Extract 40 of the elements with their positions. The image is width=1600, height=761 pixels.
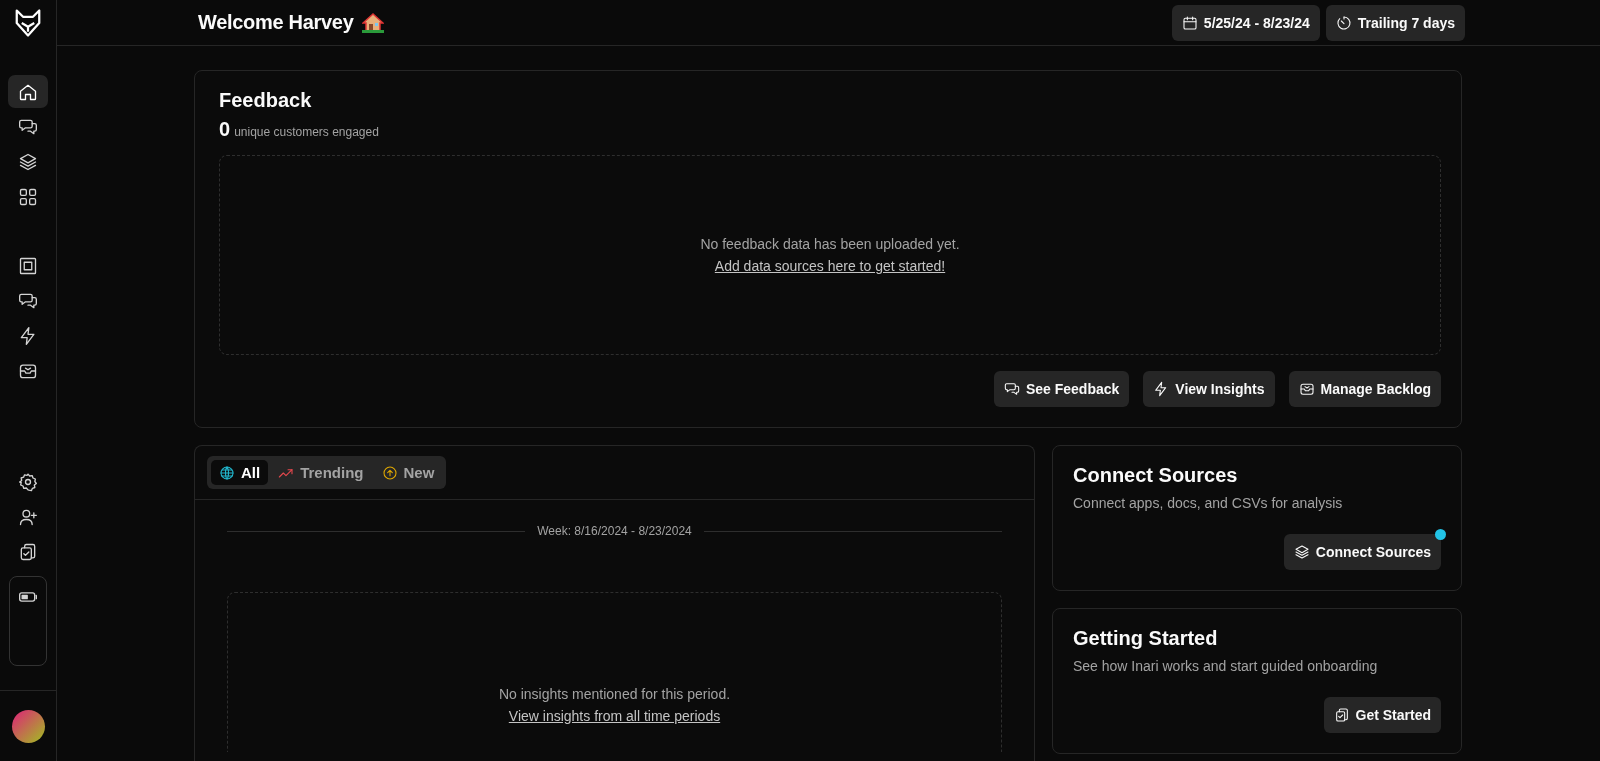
chat-icon: [1003, 381, 1020, 397]
card-description: See how Inari works and start guided onboarding: [1073, 658, 1379, 674]
nav-button[interactable]: [8, 75, 48, 108]
square-icon: [18, 255, 38, 276]
add-sources-link[interactable]: Add data sources here to get started!: [714, 258, 946, 274]
house-icon: [361, 12, 384, 33]
arrow-up-circle-icon: [381, 464, 398, 481]
layers-icon: [1293, 544, 1310, 560]
all-periods-link[interactable]: View insights from all time periods: [508, 708, 721, 724]
action-button[interactable]: See Feedback: [993, 371, 1130, 407]
timer-icon: [1335, 14, 1352, 31]
customer-count: 0: [219, 118, 231, 141]
globe-icon: [219, 464, 235, 481]
layers-icon: [18, 151, 38, 172]
card-button[interactable]: Connect Sources: [1283, 534, 1441, 570]
period-button[interactable]: Trailing 7 days: [1325, 4, 1465, 41]
action-button[interactable]: Manage Backlog: [1288, 371, 1441, 407]
filter-tab[interactable]: All: [211, 460, 269, 485]
filter-tab[interactable]: Trending: [270, 460, 372, 485]
date-range-button[interactable]: 5/25/24 - 8/23/24: [1171, 4, 1320, 41]
calendar-icon: [1181, 14, 1198, 31]
inbox-icon: [1298, 381, 1315, 397]
action-button[interactable]: View Insights: [1143, 371, 1275, 407]
empty-message: No insights mentioned for this period.: [498, 686, 731, 702]
card-button[interactable]: Get Started: [1323, 697, 1441, 733]
week-label: Week: 8/16/2024 - 8/23/2024: [537, 524, 692, 538]
page-title: Welcome Harvey: [198, 11, 354, 34]
card-title: Feedback: [219, 89, 313, 112]
card-description: Connect apps, docs, and CSVs for analysis: [1073, 495, 1344, 511]
count-label: unique customers engaged: [234, 125, 379, 139]
grid-icon: [18, 186, 38, 207]
avatar[interactable]: [11, 709, 45, 743]
fox-logo: [13, 7, 43, 38]
clipboard-icon: [18, 541, 38, 562]
clipboard-icon: [1333, 707, 1350, 723]
card-title: Getting Started: [1073, 627, 1219, 650]
card-title: Connect Sources: [1073, 464, 1239, 487]
empty-message: No feedback data has been uploaded yet.: [700, 236, 960, 252]
filter-tab[interactable]: New: [373, 460, 443, 485]
settings-icon: [18, 471, 38, 492]
